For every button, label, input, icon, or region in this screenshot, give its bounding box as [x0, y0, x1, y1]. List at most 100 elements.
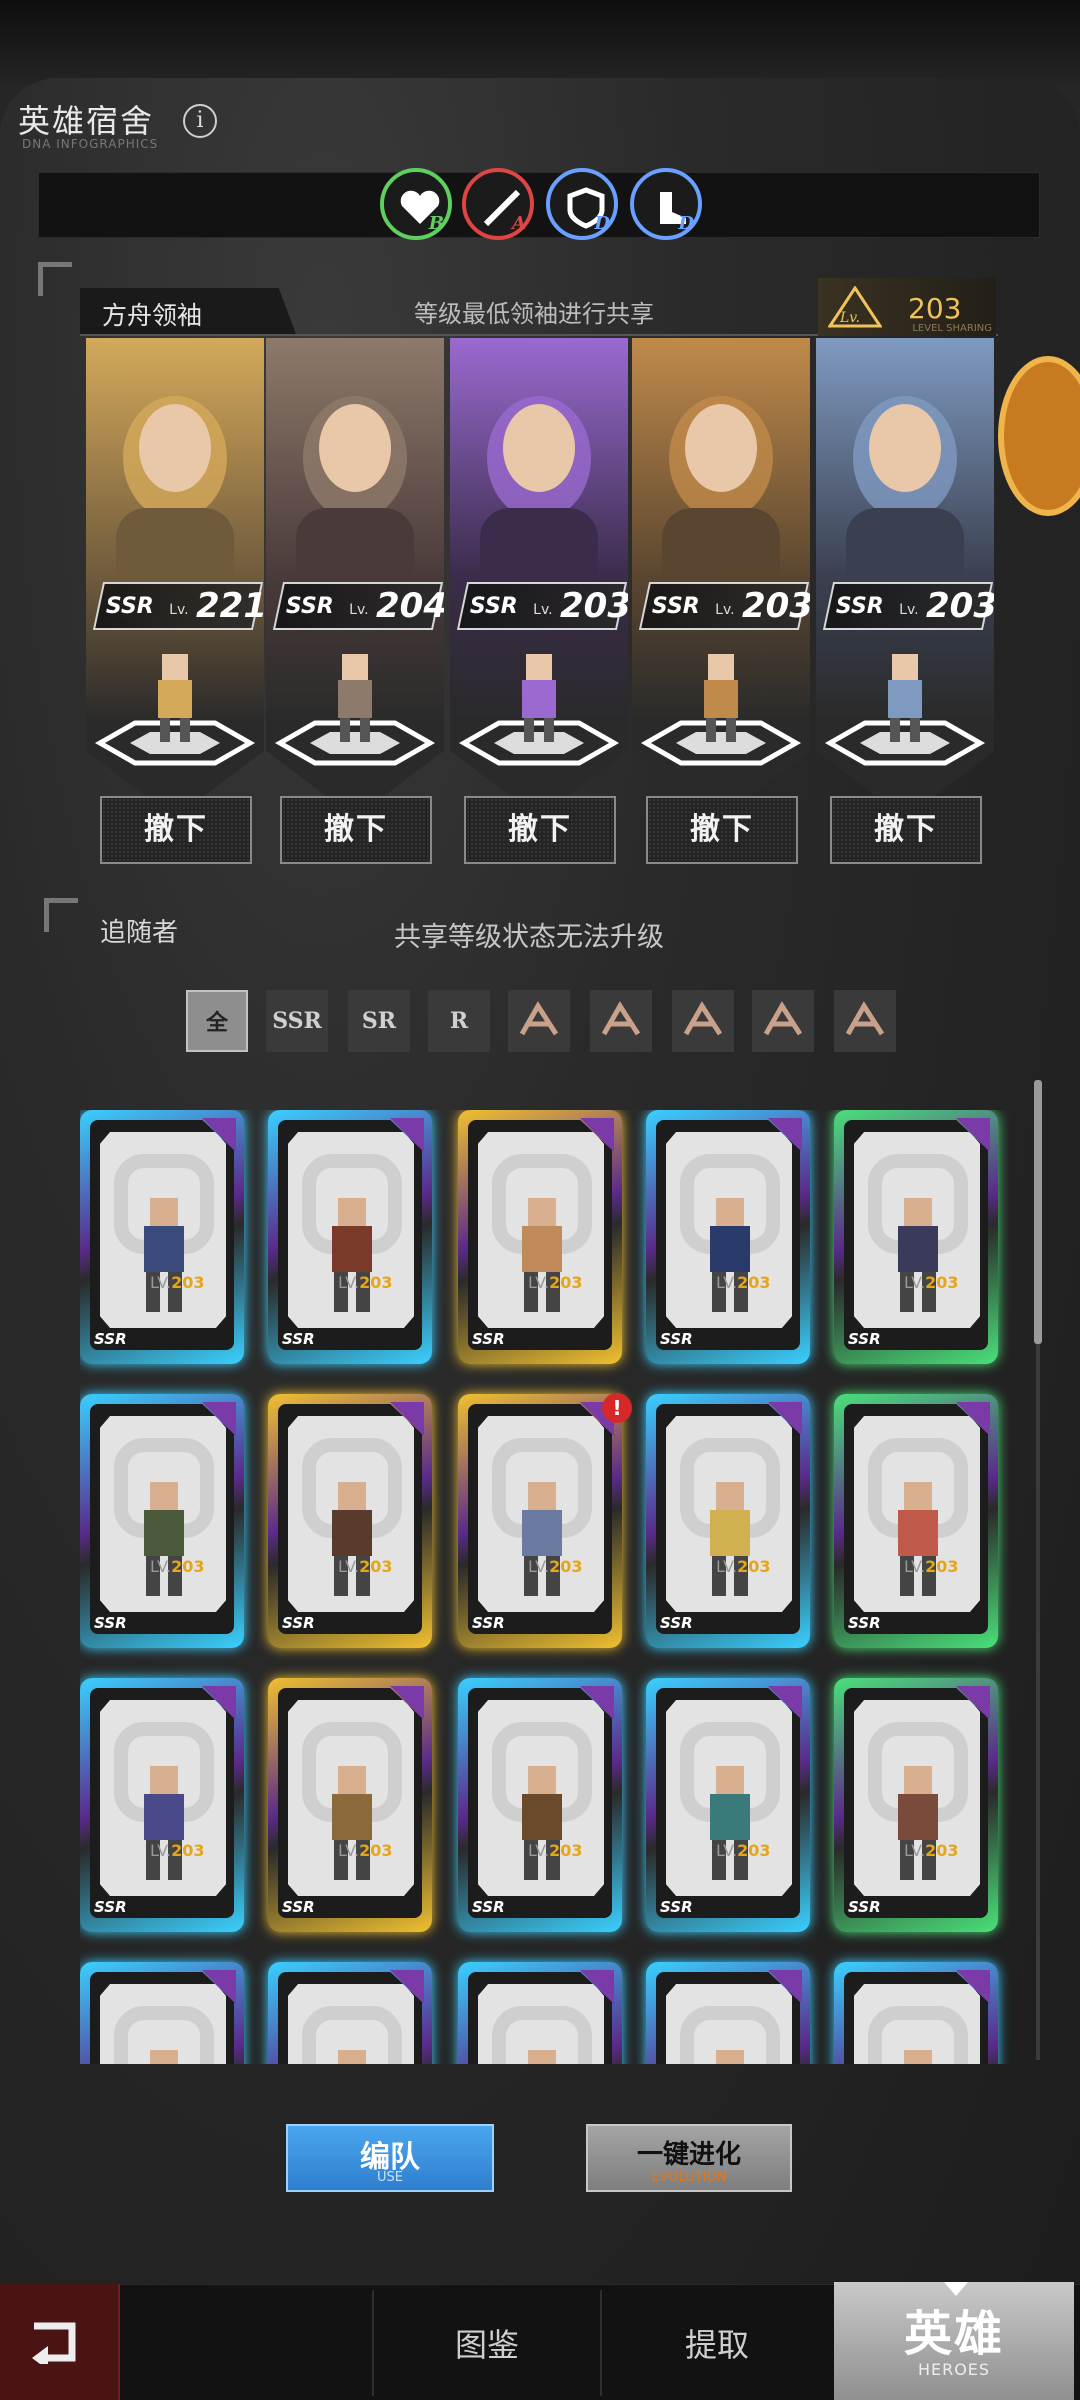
follower-card[interactable]: LV.203 SSR: [834, 1110, 998, 1364]
lv-label: Lv.: [899, 602, 919, 618]
faction-claw-icon: [763, 1001, 803, 1036]
remove-button[interactable]: 撤下: [646, 796, 798, 864]
follower-card[interactable]: LV.203 SSR: [458, 1678, 622, 1932]
follower-card[interactable]: LV.203 SSR: [458, 1110, 622, 1364]
rarity-tag: SSR: [282, 1898, 315, 1916]
remove-button[interactable]: 撤下: [100, 796, 252, 864]
leader-card[interactable]: SSR Lv. 204: [266, 338, 444, 818]
corner-flag: [580, 1970, 614, 2004]
follower-level: LV.203: [338, 1841, 393, 1860]
follower-card[interactable]: LV.203 SSR: [268, 1394, 432, 1648]
back-arrow-icon: [32, 2322, 76, 2364]
filter-r[interactable]: R: [428, 990, 490, 1052]
leader-card[interactable]: SSR Lv. 221: [86, 338, 264, 818]
leader-card[interactable]: SSR Lv. 203: [632, 338, 810, 818]
info-icon[interactable]: i: [183, 104, 217, 138]
corner-flag: [956, 1118, 990, 1152]
follower-card[interactable]: LV.203 SSR: [80, 1678, 244, 1932]
scrollbar[interactable]: [1034, 1080, 1042, 1344]
buff-slot[interactable]: D: [630, 168, 702, 240]
card-frame: LV.203 SSR: [468, 1120, 612, 1350]
follower-card[interactable]: LV.203 SSR: [458, 1394, 622, 1648]
lv-label: Lv.: [533, 602, 553, 618]
card-frame: LV.203 SSR: [656, 1688, 800, 1918]
follower-level: LV.203: [904, 1841, 959, 1860]
svg-text:Lv.: Lv.: [839, 310, 860, 326]
corner-flag: [580, 1118, 614, 1152]
corner-flag: [202, 1686, 236, 1720]
follower-sprite: [898, 1198, 938, 1312]
filter-sr[interactable]: SR: [348, 990, 410, 1052]
leader-card[interactable]: SSR Lv. 203: [450, 338, 628, 818]
follower-card[interactable]: LV.203 SSR: [268, 1110, 432, 1364]
follower-card[interactable]: LV.203 SSR: [834, 1394, 998, 1648]
follower-sprite: [710, 1482, 750, 1596]
remove-button[interactable]: 撤下: [830, 796, 982, 864]
buff-slot[interactable]: A: [462, 168, 534, 240]
follower-sprite: [710, 1766, 750, 1880]
follower-sprite: [144, 1198, 184, 1312]
card-face: LV.203: [100, 1700, 226, 1896]
hero-sprite: [704, 654, 738, 742]
page-subtitle: DNA INFOGRAPHICS: [22, 137, 159, 151]
filter-faction-snake[interactable]: [672, 990, 734, 1052]
follower-card[interactable]: [268, 1962, 432, 2064]
back-button[interactable]: [0, 2284, 120, 2400]
nav-item-extract[interactable]: 提取: [602, 2290, 832, 2400]
follower-card[interactable]: [458, 1962, 622, 2064]
remove-button[interactable]: 撤下: [464, 796, 616, 864]
rarity-tag: SSR: [848, 1898, 881, 1916]
shared-level-value: 203: [908, 292, 962, 325]
filter-faction-wing[interactable]: [508, 990, 570, 1052]
leader-share-note: 等级最低领袖进行共享: [414, 300, 654, 328]
follower-level: LV.203: [528, 1841, 583, 1860]
evolve-all-button[interactable]: 一键进化 EVOLUTION: [586, 2124, 792, 2192]
corner-flag: [768, 1970, 802, 2004]
follower-card[interactable]: LV.203 SSR: [646, 1678, 810, 1932]
followers-note: 共享等级状态无法升级: [394, 922, 664, 953]
follower-sprite: [898, 1482, 938, 1596]
leader-card[interactable]: SSR Lv. 203: [816, 338, 994, 818]
filter-faction-infinity[interactable]: [834, 990, 896, 1052]
follower-sprite: [716, 2050, 744, 2064]
rarity-label: SSR: [651, 594, 700, 619]
remove-button[interactable]: 撤下: [280, 796, 432, 864]
lv-label: Lv.: [349, 602, 369, 618]
leader-level-badge: SSR Lv. 221: [92, 582, 264, 630]
follower-card[interactable]: LV.203 SSR: [80, 1394, 244, 1648]
leader-level-badge: SSR Lv. 204: [272, 582, 444, 630]
corner-flag: [390, 1402, 424, 1436]
follower-card[interactable]: LV.203 SSR: [646, 1394, 810, 1648]
follower-level: LV.203: [528, 1273, 583, 1292]
shared-level-box: Lv. 203 LEVEL SHARING: [818, 278, 996, 336]
follower-card[interactable]: LV.203 SSR: [80, 1110, 244, 1364]
use-button[interactable]: 编队 USE: [286, 2124, 494, 2192]
buff-slot[interactable]: B: [380, 168, 452, 240]
follower-card[interactable]: [646, 1962, 810, 2064]
filter-all[interactable]: 全: [186, 990, 248, 1052]
buff-grade: D: [594, 213, 610, 234]
leader-level: 204: [376, 586, 447, 626]
buff-slot[interactable]: D: [546, 168, 618, 240]
follower-level: LV.203: [150, 1273, 205, 1292]
filter-ssr[interactable]: SSR: [266, 990, 328, 1052]
filter-faction-dragon[interactable]: [590, 990, 652, 1052]
follower-sprite: [522, 1482, 562, 1596]
faction-infinity-icon: [845, 1001, 885, 1036]
nav-item-codex[interactable]: 图鉴: [374, 2290, 600, 2400]
evolve-button-label: 一键进化: [636, 2140, 741, 2170]
corner-flag: [956, 1402, 990, 1436]
nav-item-heroes[interactable]: 英雄 HEROES: [834, 2282, 1074, 2400]
nav-heroes-label: 英雄: [903, 2306, 1004, 2362]
card-frame: LV.203 SSR: [90, 1120, 234, 1350]
card-frame: LV.203 SSR: [656, 1120, 800, 1350]
follower-card[interactable]: LV.203 SSR: [834, 1678, 998, 1932]
filter-faction-claw[interactable]: [752, 990, 814, 1052]
follower-card[interactable]: LV.203 SSR: [268, 1678, 432, 1932]
follower-card[interactable]: [80, 1962, 244, 2064]
hero-sprite: [338, 654, 372, 742]
follower-card[interactable]: [834, 1962, 998, 2064]
follower-level: LV.203: [904, 1557, 959, 1576]
follower-card[interactable]: LV.203 SSR: [646, 1110, 810, 1364]
leader-level: 203: [560, 586, 631, 626]
